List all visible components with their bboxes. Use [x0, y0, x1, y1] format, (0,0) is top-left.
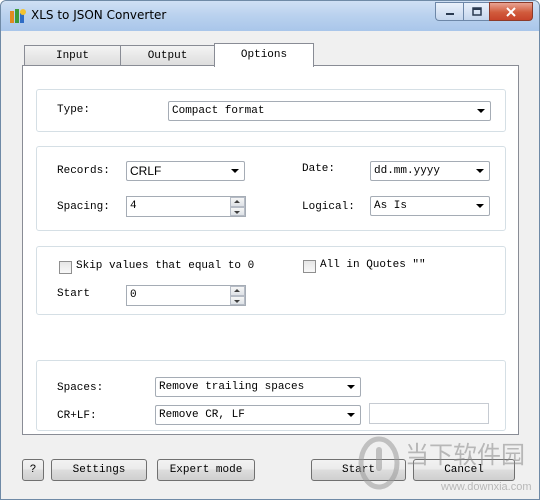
records-label: Records:: [57, 165, 110, 177]
chevron-down-icon: [347, 413, 355, 417]
crlf-select-value: Remove CR, LF: [159, 409, 245, 421]
crlf-select[interactable]: Remove CR, LF: [155, 405, 361, 425]
logical-select-value: As Is: [374, 200, 408, 212]
settings-button[interactable]: Settings: [51, 459, 147, 481]
type-select-value: Compact format: [172, 105, 265, 117]
minimize-icon: [445, 12, 454, 15]
arrow-down-icon: [234, 299, 240, 303]
tab-input-label: Input: [55, 50, 89, 62]
type-group: Type: Compact format: [36, 89, 506, 132]
maximize-button[interactable]: [463, 2, 489, 21]
cancel-button[interactable]: Cancel: [413, 459, 515, 481]
chevron-down-icon: [347, 385, 355, 389]
whitespace-group: Spaces: Remove trailing spaces CR+LF: Re…: [36, 360, 506, 431]
date-select[interactable]: dd.mm.yyyy: [370, 161, 490, 181]
start-value: 0: [130, 289, 137, 301]
skip-zero-label: Skip values that equal to 0: [76, 260, 255, 272]
date-label: Date:: [302, 163, 336, 175]
tab-options-label: Options: [240, 49, 288, 61]
tab-output[interactable]: Output: [120, 45, 215, 66]
spacing-spin-buttons: [230, 197, 245, 216]
all-in-quotes-checkbox[interactable]: [303, 260, 316, 273]
start-down-button[interactable]: [230, 295, 245, 305]
logical-select[interactable]: As Is: [370, 196, 490, 216]
close-icon: [506, 6, 516, 17]
spacing-value: 4: [130, 200, 137, 212]
spacing-label: Spacing:: [57, 201, 110, 213]
date-select-value: dd.mm.yyyy: [374, 165, 441, 177]
tab-output-label: Output: [147, 50, 188, 62]
expert-mode-button[interactable]: Expert mode: [157, 459, 255, 481]
title-bar[interactable]: XLS to JSON Converter: [1, 1, 539, 31]
chevron-down-icon: [477, 109, 485, 113]
window-controls: [435, 2, 533, 21]
skip-zero-checkbox[interactable]: [59, 261, 72, 274]
tab-options[interactable]: Options: [214, 43, 314, 67]
start-button[interactable]: Start: [311, 459, 406, 481]
start-spin-buttons: [230, 286, 245, 305]
chevron-down-icon: [231, 169, 239, 173]
spacing-stepper[interactable]: 4: [126, 196, 246, 217]
app-window: XLS to JSON Converter Input Output Optio…: [0, 0, 540, 500]
records-select[interactable]: CRLF: [126, 161, 245, 181]
chevron-down-icon: [476, 169, 484, 173]
maximize-icon: [471, 7, 482, 16]
values-group: Skip values that equal to 0 All in Quote…: [36, 246, 506, 315]
arrow-down-icon: [234, 210, 240, 214]
logical-label: Logical:: [302, 201, 355, 213]
spaces-label: Spaces:: [57, 382, 104, 394]
watermark-url: www.downxia.com: [441, 481, 532, 493]
spaces-select-value: Remove trailing spaces: [159, 381, 305, 393]
crlf-label: CR+LF:: [57, 410, 97, 422]
all-in-quotes-label: All in Quotes "": [320, 259, 426, 271]
spaces-select[interactable]: Remove trailing spaces: [155, 377, 361, 397]
tab-input[interactable]: Input: [24, 45, 121, 66]
start-label: Start: [57, 288, 91, 300]
chevron-down-icon: [476, 204, 484, 208]
window-title: XLS to JSON Converter: [31, 8, 167, 22]
records-select-value: CRLF: [130, 164, 162, 178]
type-label: Type:: [57, 104, 91, 116]
crlf-replace-input[interactable]: [369, 403, 489, 424]
close-button[interactable]: [489, 2, 533, 21]
help-button[interactable]: ?: [22, 459, 44, 481]
start-stepper[interactable]: 0: [126, 285, 246, 306]
app-logo-icon: [10, 9, 26, 23]
spacing-up-button[interactable]: [230, 197, 245, 207]
options-panel: Type: Compact format Records: CRLF Date:…: [22, 65, 519, 435]
arrow-up-icon: [234, 200, 240, 203]
spacing-down-button[interactable]: [230, 206, 245, 216]
arrow-up-icon: [234, 289, 240, 292]
minimize-button[interactable]: [435, 2, 463, 21]
start-up-button[interactable]: [230, 286, 245, 296]
type-select[interactable]: Compact format: [168, 101, 491, 121]
format-group: Records: CRLF Date: dd.mm.yyyy Spacing: …: [36, 146, 506, 231]
